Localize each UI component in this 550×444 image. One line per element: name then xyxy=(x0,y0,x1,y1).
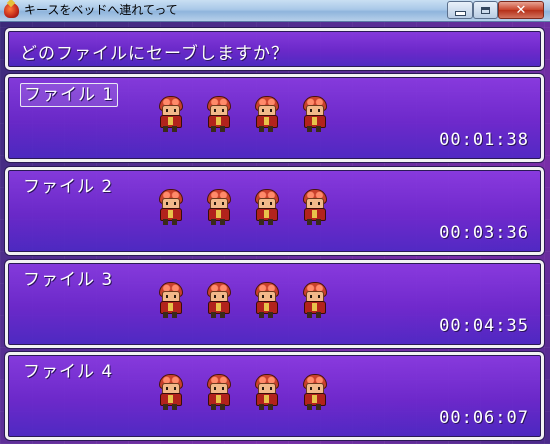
game-screen: どのファイルにセーブしますか？ ファイル 1 00:01:38 ファイル 2 0… xyxy=(0,22,550,444)
hero-sprite-icon xyxy=(252,282,280,318)
hero-sprite-icon xyxy=(156,282,184,318)
save-slot-playtime: 00:04:35 xyxy=(439,316,529,336)
hero-sprite-icon xyxy=(300,189,328,225)
save-slot-4[interactable]: ファイル 4 00:06:07 xyxy=(5,352,544,440)
save-prompt-window: どのファイルにセーブしますか？ xyxy=(5,28,544,70)
hero-sprite-icon xyxy=(300,96,328,132)
maximize-icon xyxy=(481,6,490,14)
save-slot-playtime: 00:06:07 xyxy=(439,408,529,428)
app-icon[interactable] xyxy=(4,3,19,18)
hero-sprite-icon xyxy=(252,96,280,132)
save-slot-3[interactable]: ファイル 3 00:04:35 xyxy=(5,260,544,348)
hero-sprite-icon xyxy=(300,282,328,318)
close-button[interactable]: ✕ xyxy=(498,1,544,19)
save-slot-label: ファイル 1 xyxy=(20,83,119,107)
party-sprites xyxy=(156,282,346,320)
hero-sprite-icon xyxy=(252,189,280,225)
save-slot-playtime: 00:01:38 xyxy=(439,130,529,150)
save-slot-label: ファイル 4 xyxy=(23,362,114,382)
minimize-button[interactable] xyxy=(447,1,473,19)
close-icon: ✕ xyxy=(515,2,527,18)
save-slot-label: ファイル 3 xyxy=(23,270,114,290)
hero-sprite-icon xyxy=(204,189,232,225)
hero-sprite-icon xyxy=(204,374,232,410)
window-titlebar[interactable]: キースをベッドへ連れてって ✕ xyxy=(0,0,550,22)
minimize-icon xyxy=(454,10,466,16)
maximize-button[interactable] xyxy=(473,1,498,19)
hero-sprite-icon xyxy=(204,96,232,132)
hero-sprite-icon xyxy=(252,374,280,410)
save-slot-label: ファイル 2 xyxy=(23,177,114,197)
hero-sprite-icon xyxy=(156,96,184,132)
window-title: キースをベッドへ連れてって xyxy=(24,3,178,17)
hero-sprite-icon xyxy=(156,189,184,225)
party-sprites xyxy=(156,374,346,412)
party-sprites xyxy=(156,96,346,134)
save-slot-1[interactable]: ファイル 1 00:01:38 xyxy=(5,74,544,162)
save-slot-playtime: 00:03:36 xyxy=(439,223,529,243)
hero-sprite-icon xyxy=(156,374,184,410)
party-sprites xyxy=(156,189,346,227)
save-prompt-text: どのファイルにセーブしますか？ xyxy=(20,44,289,64)
hero-sprite-icon xyxy=(204,282,232,318)
hero-sprite-icon xyxy=(300,374,328,410)
save-slot-2[interactable]: ファイル 2 00:03:36 xyxy=(5,167,544,255)
